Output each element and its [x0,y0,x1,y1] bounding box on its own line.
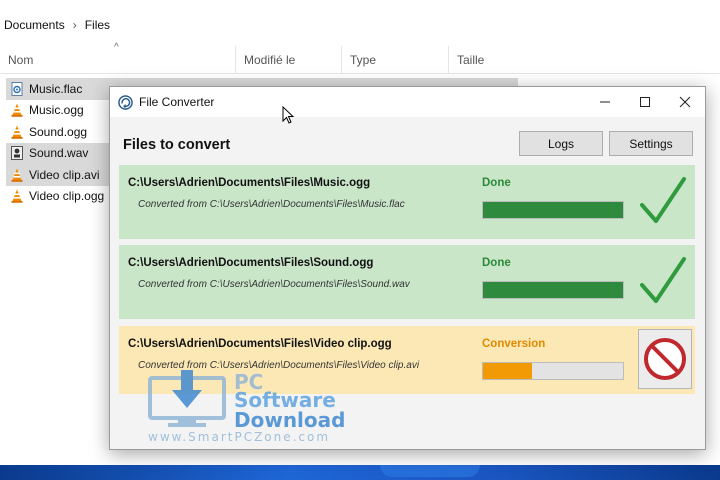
minimize-button[interactable] [585,87,625,117]
progress-bar [482,281,624,299]
wav-file-icon [10,146,24,161]
minimize-icon [600,101,610,103]
column-header-row: Nom ^ Modifié le Type Taille [0,42,720,74]
job-output-path: C:\Users\Adrien\Documents\Files\Music.og… [128,177,371,189]
watermark-line-3: Download [234,408,346,432]
vlc-cone-icon [10,125,24,139]
column-header-name[interactable]: Nom ^ [0,42,236,74]
section-title: Files to convert [123,137,231,153]
wallpaper-glow [380,465,480,477]
cancel-conversion-button[interactable] [638,329,692,389]
column-header-date-label: Modifié le [244,53,296,67]
vlc-cone-icon [10,189,24,204]
progress-bar [482,362,624,380]
file-name: Sound.ogg [29,124,88,139]
breadcrumb: Documents › Files [0,12,720,38]
monitor-download-icon [148,370,226,427]
file-name: Video clip.ogg [29,189,105,204]
column-header-type-label: Type [350,53,377,67]
cancel-icon [644,338,686,380]
conversion-job: C:\Users\Adrien\Documents\Files\Music.og… [119,165,695,239]
progress-fill [483,282,623,298]
job-status: Done [482,257,511,269]
column-header-name-label: Nom [8,53,34,67]
conversion-job: C:\Users\Adrien\Documents\Files\Sound.og… [119,245,695,319]
progress-fill [483,202,623,218]
breadcrumb-files[interactable]: Files [85,18,110,32]
column-header-size[interactable]: Taille [449,46,720,74]
close-button[interactable] [665,87,705,117]
checkmark-icon [640,177,686,223]
vlc-cone-icon [10,168,24,182]
settings-button[interactable]: Settings [609,131,693,156]
job-status: Done [482,177,511,189]
job-output-path: C:\Users\Adrien\Documents\Files\Video cl… [128,338,392,350]
title-bar[interactable]: File Converter [110,87,705,117]
mouse-cursor-icon [282,106,294,124]
job-output-path: C:\Users\Adrien\Documents\Files\Sound.og… [128,257,374,269]
taskbar [0,465,720,480]
window-title: File Converter [139,95,215,109]
job-source-path: Converted from C:\Users\Adrien\Documents… [138,279,410,290]
sort-ascending-icon: ^ [114,42,119,53]
audio-file-icon [10,81,24,96]
job-status: Conversion [482,338,546,350]
column-header-date[interactable]: Modifié le [236,46,342,74]
watermark-site: www.SmartPCZone.com [148,430,331,444]
maximize-button[interactable] [625,87,665,117]
chevron-right-icon: › [72,18,77,32]
job-source-path: Converted from C:\Users\Adrien\Documents… [138,199,405,210]
progress-fill [483,363,532,379]
file-name: Music.ogg [29,103,84,118]
progress-bar [482,201,624,219]
breadcrumb-documents[interactable]: Documents [4,18,65,32]
file-name: Video clip.avi [29,167,100,182]
file-converter-app-icon [118,94,133,110]
maximize-icon [640,97,650,107]
checkmark-icon [640,257,686,303]
file-name: Music.flac [29,81,83,96]
close-icon [679,96,691,108]
watermark: PC Software Download www.SmartPCZone.com [148,370,418,445]
logs-button[interactable]: Logs [519,131,603,156]
vlc-cone-icon [10,103,24,118]
column-header-size-label: Taille [457,53,485,67]
column-header-type[interactable]: Type [342,46,449,74]
file-name: Sound.wav [29,146,89,161]
